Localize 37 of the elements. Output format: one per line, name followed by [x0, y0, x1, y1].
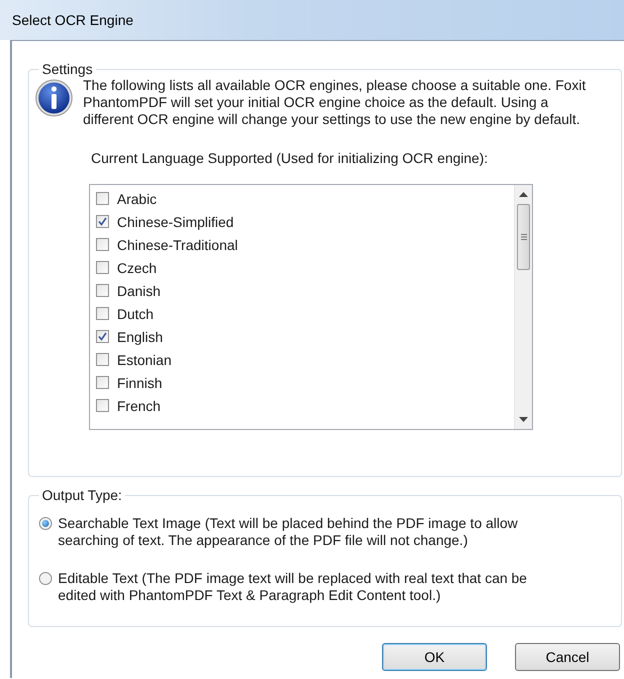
- grip-icon: [520, 234, 526, 240]
- option-label: Searchable Text Image (Text will be placed behind the PDF image to allow searching of text. The appearance of the PDF file will not change.): [58, 515, 519, 549]
- info-icon: [35, 79, 73, 117]
- checkbox[interactable]: [96, 192, 109, 205]
- checkbox[interactable]: [96, 376, 109, 389]
- description-text: The following lists all available OCR engines, please choose a suitable one. Foxit PhantomPDF will set your initial OCR engine choice as the default. Using a different OCR engine will change your settings to use the new engine by default.: [83, 77, 587, 128]
- checkbox[interactable]: [96, 261, 109, 274]
- language-label: Dutch: [117, 306, 154, 322]
- window-title: Select OCR Engine: [12, 12, 134, 28]
- checkbox[interactable]: [96, 284, 109, 297]
- language-label: Arabic: [117, 190, 157, 206]
- group-title: Output Type:: [41, 487, 123, 503]
- checkbox[interactable]: [96, 307, 109, 320]
- group-title: Settings: [41, 61, 94, 77]
- language-label: Czech: [117, 260, 157, 276]
- checkbox[interactable]: [96, 330, 109, 343]
- language-label: Chinese-Traditional: [117, 236, 238, 252]
- language-label: English: [117, 328, 163, 344]
- language-label: Estonian: [117, 352, 172, 368]
- option-label: Editable Text (The PDF image text will be replaced with real text that can be edited with PhantomPDF Text & Paragraph Edit Content tool.): [58, 570, 528, 604]
- language-label: Danish: [117, 282, 161, 298]
- cancel-button[interactable]: Cancel: [515, 643, 620, 671]
- checkbox[interactable]: [96, 215, 109, 228]
- checkbox[interactable]: [96, 399, 109, 412]
- radio-button[interactable]: [39, 517, 52, 530]
- language-label: Finnish: [117, 374, 162, 390]
- scroll-down-icon[interactable]: [519, 417, 528, 422]
- languages-label: Current Language Supported (Used for initializing OCR engine):: [91, 150, 489, 166]
- language-label: French: [117, 398, 161, 414]
- scroll-thumb[interactable]: [517, 204, 530, 270]
- language-label: Chinese-Simplified: [117, 214, 234, 230]
- scrollbar[interactable]: [514, 185, 532, 429]
- scroll-up-icon[interactable]: [519, 192, 528, 197]
- checkbox[interactable]: [96, 353, 109, 366]
- radio-button[interactable]: [39, 572, 52, 585]
- checkbox[interactable]: [96, 238, 109, 251]
- ok-button[interactable]: OK: [382, 643, 487, 671]
